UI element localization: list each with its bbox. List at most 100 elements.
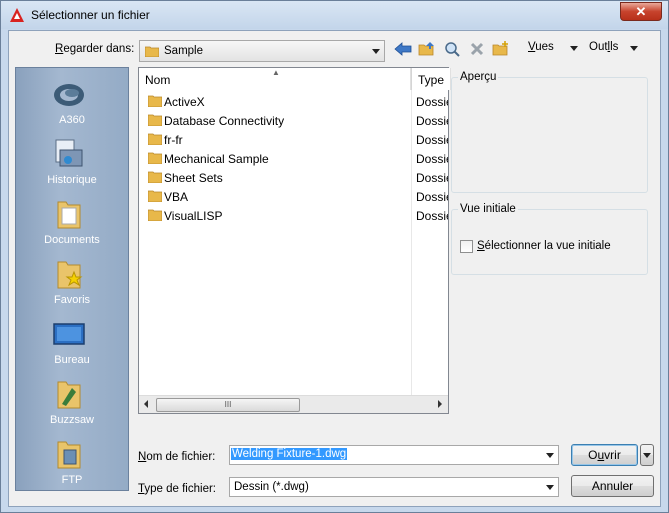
folder-up-icon (418, 42, 434, 56)
tools-chevron-down-icon[interactable] (630, 46, 638, 51)
scroll-left-icon[interactable] (144, 400, 148, 408)
tools-label-pre: Out (589, 41, 608, 53)
initial-view-label: Vue initiale (458, 203, 518, 215)
file-row[interactable]: Database Connectivity Dossier (139, 111, 448, 130)
look-in-value: Sample (164, 45, 203, 57)
dialog-client: Regarder dans: Sample Vues Outlls A360 H… (8, 30, 661, 507)
file-row-name: Sheet Sets (164, 171, 223, 185)
place-history[interactable]: Historique (16, 136, 128, 196)
file-row-name: Mechanical Sample (164, 152, 269, 166)
folder-icon (148, 171, 162, 183)
chevron-down-icon[interactable] (546, 453, 554, 458)
file-row-type: Dossier (416, 114, 448, 128)
place-label: FTP (61, 474, 83, 486)
horizontal-scrollbar[interactable]: III (139, 395, 448, 413)
look-in-combo[interactable]: Sample (139, 40, 385, 62)
views-label-rest: ues (535, 41, 554, 53)
autocad-logo-icon (10, 8, 24, 22)
title-bar[interactable]: Sélectionner un fichier ✕ (1, 1, 668, 29)
folder-icon (148, 114, 162, 126)
place-ftp[interactable]: FTP (16, 436, 128, 496)
scroll-right-icon[interactable] (438, 400, 442, 408)
file-row[interactable]: ActiveX Dossier (139, 92, 448, 111)
views-chevron-down-icon[interactable] (570, 46, 578, 51)
column-name-label: Nom (145, 73, 171, 87)
history-icon (55, 139, 83, 167)
filetype-value: Dessin (*.dwg) (234, 481, 309, 493)
filetype-label-rest: ype de fichier: (144, 483, 216, 495)
file-row-type: Dossier (416, 133, 448, 147)
filetype-select[interactable]: Dessin (*.dwg) (229, 477, 559, 497)
close-button[interactable]: ✕ (620, 2, 662, 21)
open-button[interactable]: Ou vrir (571, 444, 638, 466)
place-desktop[interactable]: Bureau (16, 316, 128, 376)
up-one-level-button[interactable] (417, 39, 437, 59)
file-row-name: VisualLISP (164, 209, 223, 223)
filename-label: Nom de fichier: (138, 451, 216, 463)
filetype-label: Type de fichier: (138, 483, 216, 495)
new-folder-button[interactable] (491, 39, 511, 59)
look-in-label-text: egarder dans: (63, 43, 135, 55)
folder-icon (145, 46, 159, 57)
file-dialog-window: Sélectionner un fichier ✕ Regarder dans:… (0, 0, 669, 513)
file-row-type: Dossier (416, 95, 448, 109)
file-row-type: Dossier (416, 171, 448, 185)
file-list[interactable]: ▲ Nom Type ActiveXDossierDatabase Connec… (138, 67, 451, 414)
file-row-type: Dossier (416, 209, 448, 223)
back-button[interactable] (393, 39, 413, 59)
chevron-down-icon[interactable] (546, 485, 554, 490)
file-row[interactable]: Mechanical Sample Dossier (139, 149, 448, 168)
a360-cloud-icon (54, 84, 84, 106)
file-row[interactable]: fr-fr Dossier (139, 130, 448, 149)
look-in-label: Regarder dans: (55, 43, 135, 55)
preview-group: Aperçu (451, 71, 648, 193)
file-row-name: fr-fr (164, 133, 183, 147)
column-header-type[interactable]: Type (411, 68, 451, 90)
sort-ascending-icon: ▲ (272, 68, 280, 77)
initial-view-checkbox-text: électionner la vue initiale (484, 240, 611, 252)
place-documents[interactable]: Documents (16, 196, 128, 256)
tools-menu[interactable]: Outlls (589, 41, 618, 53)
filename-input[interactable]: Welding Fixture-1.dwg (229, 445, 559, 465)
place-buzzsaw[interactable]: Buzzsaw (16, 376, 128, 436)
ftp-icon (57, 441, 81, 469)
tools-label-rest: ls (610, 41, 619, 53)
initial-view-checkbox[interactable] (460, 240, 473, 253)
folder-icon (148, 209, 162, 221)
file-row[interactable]: Sheet Sets Dossier (139, 168, 448, 187)
scroll-thumb[interactable]: III (156, 398, 300, 412)
views-menu[interactable]: Vues (528, 41, 554, 53)
place-label: Documents (44, 234, 100, 246)
initial-view-checkbox-label[interactable]: Sélectionner la vue initiale (477, 240, 611, 252)
favorites-folder-icon (57, 261, 83, 289)
file-row-type: Dossier (416, 152, 448, 166)
close-icon: ✕ (635, 3, 647, 19)
file-row[interactable]: VisualLISP Dossier (139, 206, 448, 225)
search-web-button[interactable] (442, 39, 462, 59)
documents-folder-icon (57, 201, 81, 229)
cancel-button[interactable]: Annuler (571, 475, 654, 497)
place-label: Historique (47, 174, 97, 186)
open-label-rest: vrir (604, 448, 621, 462)
place-label: Favoris (53, 294, 91, 306)
search-icon (445, 42, 460, 57)
place-favorites[interactable]: Favoris (16, 256, 128, 316)
filename-value: Welding Fixture-1.dwg (231, 448, 348, 460)
file-row-type: Dossier (416, 190, 448, 204)
folder-icon (148, 95, 162, 107)
column-header-name[interactable]: ▲ Nom (139, 68, 411, 90)
place-a360[interactable]: A360 (16, 76, 128, 136)
file-row[interactable]: VBA Dossier (139, 187, 448, 206)
folder-icon (148, 133, 162, 145)
folder-icon (148, 152, 162, 164)
buzzsaw-icon (57, 381, 81, 409)
open-options-button[interactable] (640, 444, 654, 466)
folder-icon (148, 190, 162, 202)
column-type-label: Type (418, 73, 445, 87)
filename-label-rest: om de fichier: (146, 451, 216, 463)
file-row-name: Database Connectivity (164, 114, 285, 128)
preview-label: Aperçu (458, 71, 499, 83)
places-bar: A360 Historique Documents Favoris Bureau… (15, 67, 129, 491)
place-label: A360 (59, 114, 85, 126)
delete-button[interactable] (467, 39, 487, 59)
